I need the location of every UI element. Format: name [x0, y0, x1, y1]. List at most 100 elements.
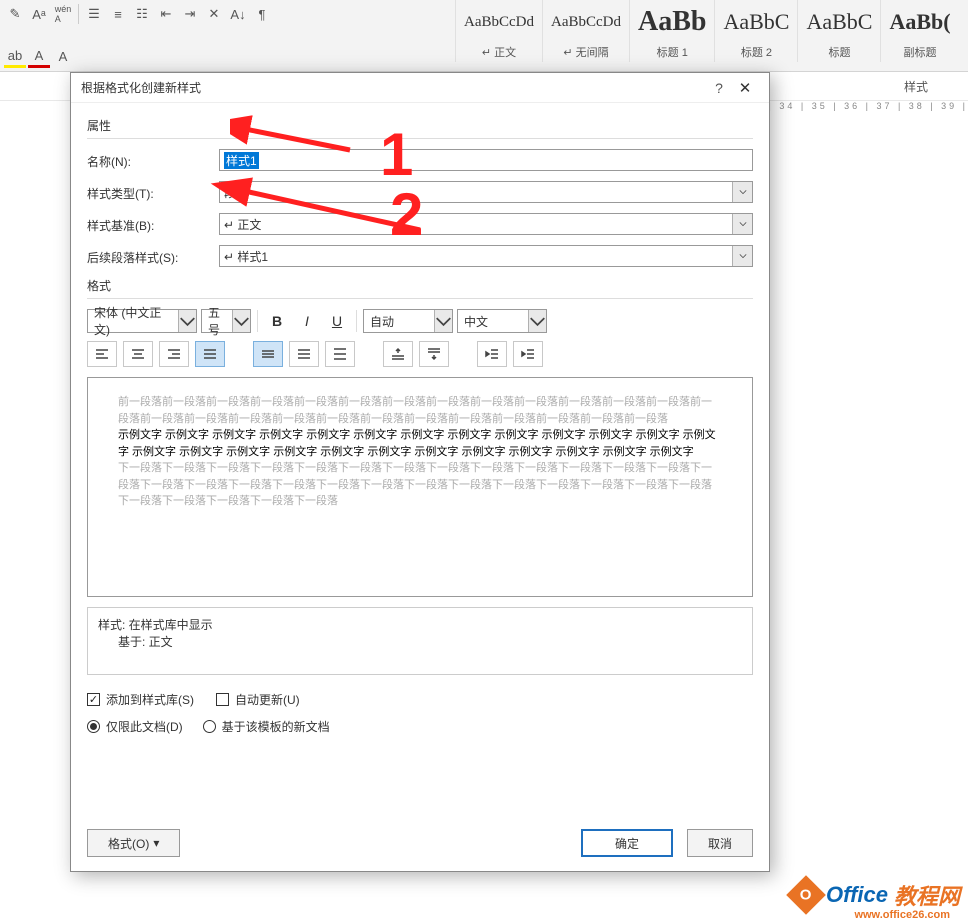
align-left-button[interactable]: [87, 341, 117, 367]
chevron-down-icon[interactable]: [528, 310, 546, 332]
numbering-icon[interactable]: ≡: [107, 3, 129, 25]
auto-update-checkbox[interactable]: 自动更新(U): [216, 691, 300, 708]
chevron-down-icon[interactable]: [232, 310, 250, 332]
ribbon-left-group: ✎ Aᵃ wénA ☰ ≡ ☷ ⇤ ⇥ ✕ A↓ ¶ ab A A: [0, 0, 450, 71]
preview-sample: 示例文字 示例文字 示例文字 示例文字 示例文字 示例文字 示例文字 示例文字 …: [118, 427, 722, 460]
chevron-down-icon: ▾: [153, 836, 159, 850]
name-input[interactable]: 样式1: [219, 149, 753, 171]
italic-button[interactable]: I: [294, 309, 320, 333]
char-shading-icon[interactable]: A: [52, 46, 74, 68]
style-gallery-item[interactable]: AaBb标题 1: [629, 0, 714, 62]
font-color-select[interactable]: 自动: [363, 309, 453, 333]
text-direction-icon[interactable]: ✕: [203, 3, 225, 25]
font-name-select[interactable]: 宋体 (中文正文): [87, 309, 197, 333]
info-line-1: 样式: 在样式库中显示: [98, 616, 742, 633]
close-button[interactable]: ✕: [731, 79, 759, 97]
chevron-down-icon[interactable]: [178, 310, 196, 332]
add-to-library-checkbox[interactable]: 添加到样式库(S): [87, 691, 194, 708]
create-style-dialog: 根据格式化创建新样式 ? ✕ 属性 名称(N): 样式1 样式类型(T): 段落…: [70, 72, 770, 872]
phonetic-guide-icon[interactable]: wénA: [52, 3, 74, 25]
style-sample: AaBbC: [723, 4, 789, 40]
template-radio[interactable]: 基于该模板的新文档: [203, 718, 330, 735]
style-gallery-item[interactable]: AaBb(副标题: [880, 0, 958, 62]
type-select[interactable]: 段落: [219, 181, 753, 203]
style-name: 标题 1: [638, 40, 706, 60]
type-value: 段落: [224, 184, 248, 201]
multilevel-icon[interactable]: ☷: [131, 3, 153, 25]
increase-indent-button[interactable]: [513, 341, 543, 367]
watermark-logo-icon: O: [786, 875, 826, 915]
radio-icon: [87, 720, 100, 733]
this-doc-radio[interactable]: 仅限此文档(D): [87, 718, 183, 735]
style-name: 标题 2: [723, 40, 789, 60]
chevron-down-icon[interactable]: [434, 310, 452, 332]
ribbon: ✎ Aᵃ wénA ☰ ≡ ☷ ⇤ ⇥ ✕ A↓ ¶ ab A A AaBbCc…: [0, 0, 968, 72]
highlight-icon[interactable]: ab: [4, 46, 26, 68]
style-gallery[interactable]: AaBbCcDd↵ 正文AaBbCcDd↵ 无间隔AaBb标题 1AaBbC标题…: [455, 0, 968, 62]
base-value: ↵ 正文: [224, 216, 261, 233]
chevron-down-icon[interactable]: [732, 182, 752, 202]
font-color-icon[interactable]: A: [28, 46, 50, 68]
chevron-down-icon[interactable]: [732, 246, 752, 266]
base-select[interactable]: ↵ 正文: [219, 213, 753, 235]
preview-before: 前一段落前一段落前一段落前一段落前一段落前一段落前一段落前一段落前一段落前一段落…: [118, 394, 722, 427]
increase-indent-icon[interactable]: ⇥: [179, 3, 201, 25]
style-sample: AaBb(: [889, 4, 950, 40]
preview-after: 下一段落下一段落下一段落下一段落下一段落下一段落下一段落下一段落下一段落下一段落…: [118, 460, 722, 510]
align-center-button[interactable]: [123, 341, 153, 367]
style-sample: AaBbCcDd: [464, 4, 534, 40]
font-size-select[interactable]: 五号: [201, 309, 251, 333]
line-spacing-15-button[interactable]: [289, 341, 319, 367]
bold-button[interactable]: B: [264, 309, 290, 333]
style-gallery-item[interactable]: AaBbC标题: [797, 0, 880, 62]
style-sample: AaBb: [638, 4, 706, 40]
style-gallery-item[interactable]: AaBbCcDd↵ 正文: [455, 0, 542, 62]
sort-icon[interactable]: A↓: [227, 3, 249, 25]
watermark-text-2: 教程网: [894, 879, 960, 911]
next-label: 后续段落样式(S):: [87, 247, 219, 266]
style-sample: AaBbC: [806, 4, 872, 40]
style-name: ↵ 无间隔: [551, 40, 621, 60]
decrease-indent-button[interactable]: [477, 341, 507, 367]
attr-section-label: 属性: [87, 117, 753, 134]
style-gallery-item[interactable]: AaBbCcDd↵ 无间隔: [542, 0, 629, 62]
space-before-button[interactable]: [383, 341, 413, 367]
watermark-text-1: Office: [826, 882, 888, 908]
style-info-box: 样式: 在样式库中显示 基于: 正文: [87, 607, 753, 675]
align-right-button[interactable]: [159, 341, 189, 367]
decrease-indent-icon[interactable]: ⇤: [155, 3, 177, 25]
chevron-down-icon[interactable]: [732, 214, 752, 234]
next-select[interactable]: ↵ 样式1: [219, 245, 753, 267]
style-name: 标题: [806, 40, 872, 60]
cancel-button[interactable]: 取消: [687, 829, 753, 857]
type-label: 样式类型(T):: [87, 183, 219, 202]
dialog-titlebar: 根据格式化创建新样式 ? ✕: [71, 73, 769, 103]
watermark-url: www.office26.com: [854, 909, 950, 921]
line-spacing-1-button[interactable]: [253, 341, 283, 367]
format-painter-icon[interactable]: ✎: [4, 3, 26, 25]
format-menu-button[interactable]: 格式(O) ▾: [87, 829, 180, 857]
show-marks-icon[interactable]: ¶: [251, 3, 273, 25]
style-sample: AaBbCcDd: [551, 4, 621, 40]
clear-format-icon[interactable]: Aᵃ: [28, 3, 50, 25]
name-value: 样式1: [224, 152, 259, 169]
help-button[interactable]: ?: [707, 80, 731, 96]
radio-icon: [203, 720, 216, 733]
fmt-section-label: 格式: [87, 277, 753, 294]
line-spacing-2-button[interactable]: [325, 341, 355, 367]
base-label: 样式基准(B):: [87, 215, 219, 234]
underline-button[interactable]: U: [324, 309, 350, 333]
preview-pane: 前一段落前一段落前一段落前一段落前一段落前一段落前一段落前一段落前一段落前一段落…: [87, 377, 753, 597]
next-value: ↵ 样式1: [224, 248, 268, 265]
font-lang-select[interactable]: 中文: [457, 309, 547, 333]
checkbox-icon: [216, 693, 229, 706]
style-name: 副标题: [889, 40, 950, 60]
style-gallery-label: 样式: [904, 78, 928, 95]
ok-button[interactable]: 确定: [581, 829, 673, 857]
bullets-icon[interactable]: ☰: [83, 3, 105, 25]
dialog-title: 根据格式化创建新样式: [81, 79, 707, 96]
info-line-2: 基于: 正文: [98, 633, 742, 650]
align-justify-button[interactable]: [195, 341, 225, 367]
space-after-button[interactable]: [419, 341, 449, 367]
style-gallery-item[interactable]: AaBbC标题 2: [714, 0, 797, 62]
